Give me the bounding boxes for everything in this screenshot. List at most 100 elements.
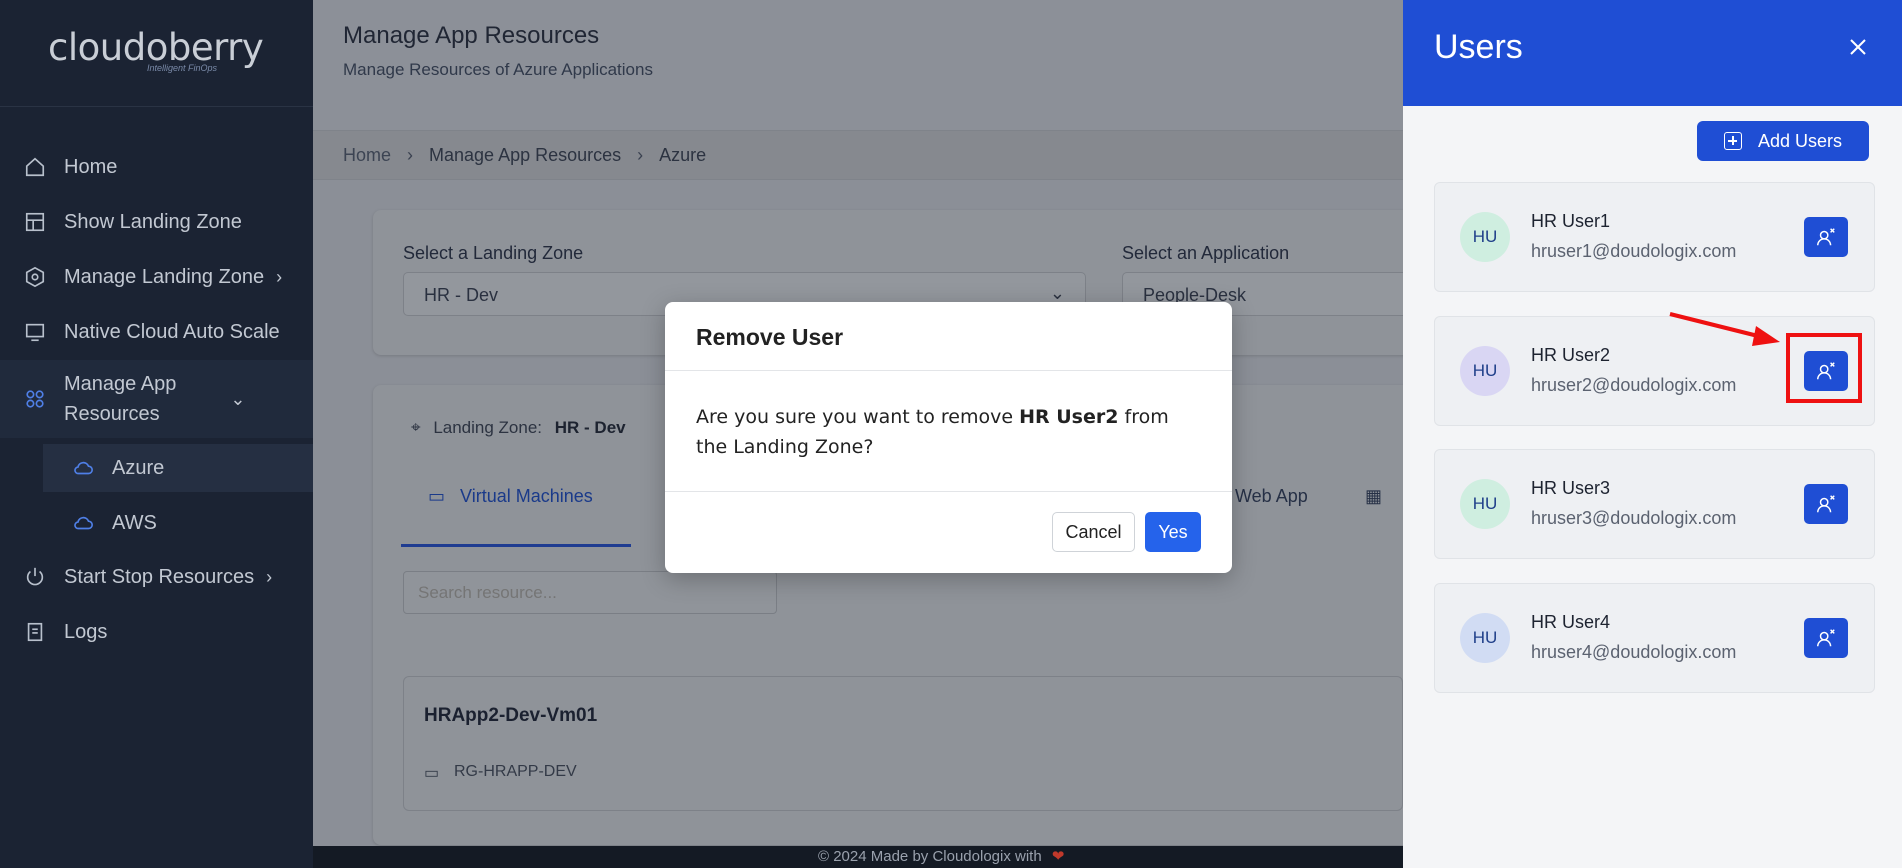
- active-tab-indicator: [401, 544, 631, 547]
- sidebar-item-label-line2: Resources: [64, 403, 160, 425]
- chevron-down-icon: ⌄: [1049, 283, 1065, 303]
- chevron-right-icon: ›: [407, 144, 414, 165]
- sidebar-item-home[interactable]: Home: [0, 143, 313, 191]
- tab-label: Virtual Machines: [460, 486, 593, 506]
- cancel-button[interactable]: Cancel: [1052, 512, 1135, 552]
- cloud-icon: [72, 457, 94, 479]
- sidebar-item-label: AWS: [112, 511, 157, 534]
- sidebar-item-label: Azure: [112, 456, 165, 479]
- heart-icon: ❤: [1051, 848, 1065, 865]
- user-name: HR User2: [1531, 345, 1611, 365]
- annotation-arrow: [1669, 312, 1780, 346]
- sidebar-item-label: Start Stop Resources: [64, 565, 255, 588]
- chevron-down-icon: ⌄: [230, 388, 246, 409]
- sidebar-item-label: Logs: [64, 620, 108, 643]
- divider: [665, 491, 1232, 492]
- vm-card[interactable]: HRApp2-Dev-Vm01 ▭ RG-HRAPP-DEV: [403, 676, 1403, 811]
- tab-label: Web App: [1235, 486, 1308, 506]
- sidebar-item-label: Manage App: [64, 373, 177, 395]
- sidebar-item-aws[interactable]: AWS: [0, 499, 313, 547]
- sidebar: cloudoberry Intelligent FinOps Home Show…: [0, 0, 313, 868]
- footer-text: © 2024 Made by Cloudologix with: [818, 848, 1042, 865]
- annotation-highlight-box: [1786, 333, 1862, 403]
- monitor-icon: ▭: [428, 486, 446, 506]
- tab-web-app[interactable]: Web App: [1235, 486, 1308, 507]
- remove-user-button[interactable]: [1804, 484, 1848, 524]
- sidebar-item-label: Show Landing Zone: [64, 210, 242, 233]
- apps-grid-icon[interactable]: ▦: [1365, 486, 1382, 507]
- avatar: HU: [1460, 346, 1510, 396]
- user-name: HR User4: [1531, 612, 1611, 632]
- chevron-right-icon: ›: [637, 144, 644, 165]
- user-name: HR User1: [1531, 211, 1611, 231]
- users-panel-header: Users: [1403, 0, 1902, 106]
- search-input[interactable]: [403, 571, 777, 614]
- sidebar-item-manage-landing-zone[interactable]: Manage Landing Zone ›: [0, 253, 313, 301]
- breadcrumb-manage-app-resources[interactable]: Manage App Resources: [429, 145, 621, 166]
- landing-zone-label: Select a Landing Zone: [403, 243, 584, 263]
- landing-zone-info-value: HR - Dev: [554, 418, 626, 437]
- location-icon: ⌖: [411, 418, 421, 437]
- chevron-right-icon: ›: [266, 566, 273, 587]
- add-box-icon: [1723, 132, 1742, 150]
- avatar: HU: [1460, 613, 1510, 663]
- remove-user-button[interactable]: [1804, 618, 1848, 658]
- grid-icon: [24, 211, 46, 233]
- vm-name: HRApp2-Dev-Vm01: [424, 705, 598, 726]
- apps-icon: [24, 388, 46, 410]
- application-label: Select an Application: [1122, 243, 1290, 263]
- brand-tagline: Intelligent FinOps: [147, 63, 218, 73]
- sidebar-item-label: Home: [64, 155, 118, 178]
- user-email: hruser1@doudologix.com: [1531, 241, 1737, 261]
- home-icon: [24, 156, 46, 178]
- breadcrumb-home[interactable]: Home: [343, 145, 391, 166]
- hexagon-icon: [24, 266, 46, 288]
- tab-virtual-machines[interactable]: ▭ Virtual Machines: [428, 486, 593, 507]
- remove-user-button[interactable]: [1804, 217, 1848, 257]
- user-card: HU HR User3 hruser3@doudologix.com: [1434, 449, 1875, 559]
- yes-button[interactable]: Yes: [1145, 512, 1201, 552]
- dialog-title: Remove User: [696, 324, 844, 350]
- dialog-message: Are you sure you want to remove HR User2…: [696, 402, 1196, 462]
- logo: cloudoberry Intelligent FinOps: [0, 0, 313, 107]
- sidebar-item-start-stop-resources[interactable]: Start Stop Resources ›: [0, 553, 313, 601]
- folder-icon: ▭: [424, 765, 440, 782]
- sidebar-item-logs[interactable]: Logs: [0, 608, 313, 656]
- chevron-right-icon: ›: [276, 266, 283, 287]
- add-users-button[interactable]: Add Users: [1697, 121, 1869, 161]
- avatar: HU: [1460, 479, 1510, 529]
- user-remove-icon: [1817, 495, 1835, 513]
- vm-resource-group: RG-HRAPP-DEV: [454, 763, 577, 780]
- sidebar-item-label-group: Manage App Resources: [64, 369, 176, 429]
- dialog-message-prefix: Are you sure you want to remove: [696, 406, 1020, 428]
- divider: [665, 370, 1232, 371]
- user-email: hruser2@doudologix.com: [1531, 375, 1737, 395]
- landing-zone-info-label: Landing Zone:: [433, 418, 543, 437]
- monitor-icon: [24, 321, 46, 343]
- sidebar-item-show-landing-zone[interactable]: Show Landing Zone: [0, 198, 313, 246]
- dialog-message-user: HR User2: [1019, 406, 1119, 428]
- user-remove-icon: [1817, 629, 1835, 647]
- users-panel: Users Add Users HU HR User1 hruser1@doud…: [1403, 0, 1902, 868]
- power-icon: [24, 566, 46, 588]
- page-subtitle: Manage Resources of Azure Applications: [343, 60, 653, 79]
- sidebar-item-label: Native Cloud Auto Scale: [64, 320, 280, 343]
- users-panel-title: Users: [1434, 28, 1523, 66]
- remove-user-dialog: Remove User Are you sure you want to rem…: [665, 302, 1232, 573]
- add-users-label: Add Users: [1757, 130, 1843, 151]
- sidebar-item-manage-app-resources[interactable]: Manage App Resources ⌄: [0, 360, 313, 438]
- page-title: Manage App Resources: [343, 22, 600, 49]
- landing-zone-value: HR - Dev: [424, 285, 499, 305]
- document-icon: [24, 621, 46, 643]
- user-card: HU HR User1 hruser1@doudologix.com: [1434, 182, 1875, 292]
- footer-inner: © 2024 Made by Cloudologix with ❤: [818, 846, 1064, 868]
- user-email: hruser4@doudologix.com: [1531, 642, 1737, 662]
- sidebar-item-native-cloud-auto-scale[interactable]: Native Cloud Auto Scale: [0, 308, 313, 356]
- user-name: HR User3: [1531, 478, 1611, 498]
- sidebar-item-label: Manage Landing Zone: [64, 265, 265, 288]
- close-icon[interactable]: [1843, 32, 1873, 62]
- breadcrumb-azure: Azure: [659, 144, 707, 165]
- user-remove-icon: [1817, 228, 1835, 246]
- sidebar-item-azure[interactable]: Azure: [43, 444, 313, 492]
- user-card: HU HR User4 hruser4@doudologix.com: [1434, 583, 1875, 693]
